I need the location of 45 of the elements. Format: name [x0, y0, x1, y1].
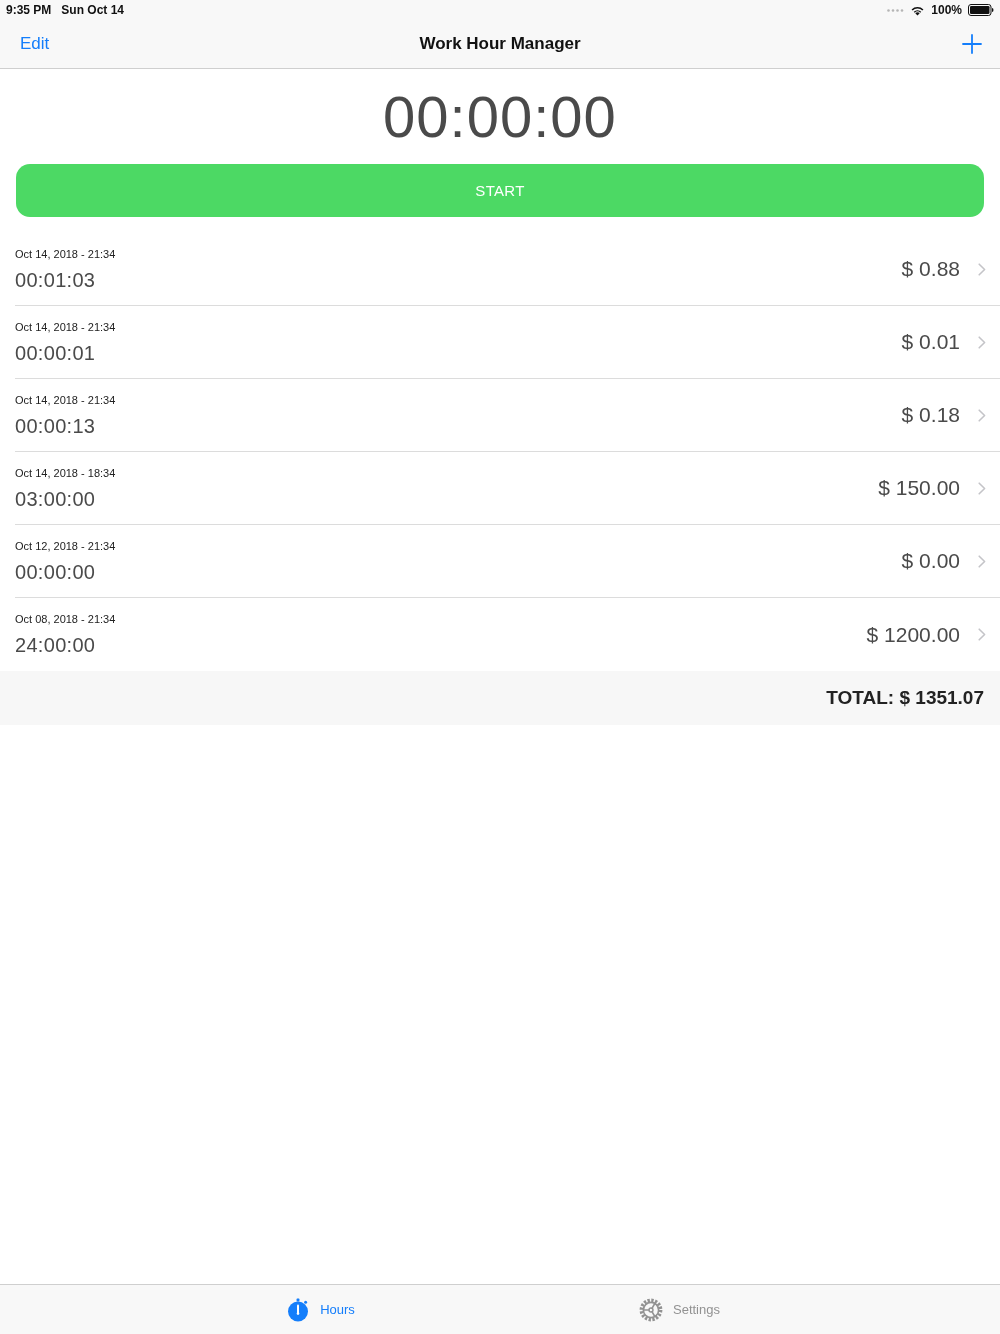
tab-item[interactable]: Hours: [286, 1293, 355, 1326]
total-amount: TOTAL: $ 1351.07: [826, 687, 984, 709]
entry-row[interactable]: Oct 14, 2018 - 21:34 00:01:03 $ 0.88: [15, 233, 1000, 306]
entry-duration: 00:00:00: [15, 560, 97, 584]
entry-amount: $ 150.00: [878, 476, 960, 500]
entry-date: Oct 14, 2018 - 21:34: [15, 247, 117, 261]
entry-row[interactable]: Oct 14, 2018 - 18:34 03:00:00 $ 150.00: [15, 452, 1000, 525]
entry-duration: 24:00:00: [15, 633, 97, 657]
nav-title: Work Hour Manager: [419, 34, 581, 54]
stopwatch-icon: [286, 1297, 311, 1322]
chevron-icon: [978, 335, 986, 349]
plus-icon: [962, 34, 982, 54]
signal-icon: [887, 8, 905, 12]
gear-icon: [639, 1297, 663, 1322]
edit-button[interactable]: Edit: [20, 34, 50, 54]
entry-amount: $ 0.18: [901, 403, 960, 427]
entry-amount: $ 0.88: [901, 257, 960, 281]
entry-date: Oct 14, 2018 - 18:34: [15, 466, 117, 480]
chevron-icon: [978, 481, 986, 495]
entry-duration: 00:00:01: [15, 341, 97, 365]
chevron-icon: [978, 554, 986, 568]
timer-display: 00:00:00: [382, 83, 618, 151]
entry-amount: $ 0.00: [901, 549, 960, 573]
entry-date: Oct 14, 2018 - 21:34: [15, 393, 117, 407]
entry-date: Oct 14, 2018 - 21:34: [15, 320, 117, 334]
entry-row[interactable]: Oct 14, 2018 - 21:34 00:00:01 $ 0.01: [15, 306, 1000, 379]
entry-date: Oct 08, 2018 - 21:34: [15, 612, 117, 626]
status-date: Sun Oct 14: [61, 3, 125, 17]
chevron-icon: [978, 628, 986, 641]
wifi-icon: [910, 4, 926, 16]
entry-amount: $ 1200.00: [866, 622, 960, 647]
entry-duration: 03:00:00: [15, 487, 97, 511]
battery-percent: 100%: [931, 3, 962, 17]
entry-date: Oct 12, 2018 - 21:34: [15, 539, 117, 553]
status-time: 9:35 PM: [6, 3, 52, 17]
add-button[interactable]: [962, 34, 982, 54]
chevron-icon: [978, 262, 986, 276]
entry-row[interactable]: Oct 08, 2018 - 21:34 24:00:00 $ 1200.00: [15, 598, 1000, 671]
entry-row[interactable]: Oct 12, 2018 - 21:34 00:00:00 $ 0.00: [15, 525, 1000, 598]
chevron-icon: [978, 408, 986, 422]
entry-amount: $ 0.01: [901, 330, 960, 354]
entry-duration: 00:00:13: [15, 414, 97, 438]
entry-duration: 00:01:03: [15, 268, 97, 292]
battery-icon: [968, 4, 994, 16]
entry-row[interactable]: Oct 14, 2018 - 21:34 00:00:13 $ 0.18: [15, 379, 1000, 452]
